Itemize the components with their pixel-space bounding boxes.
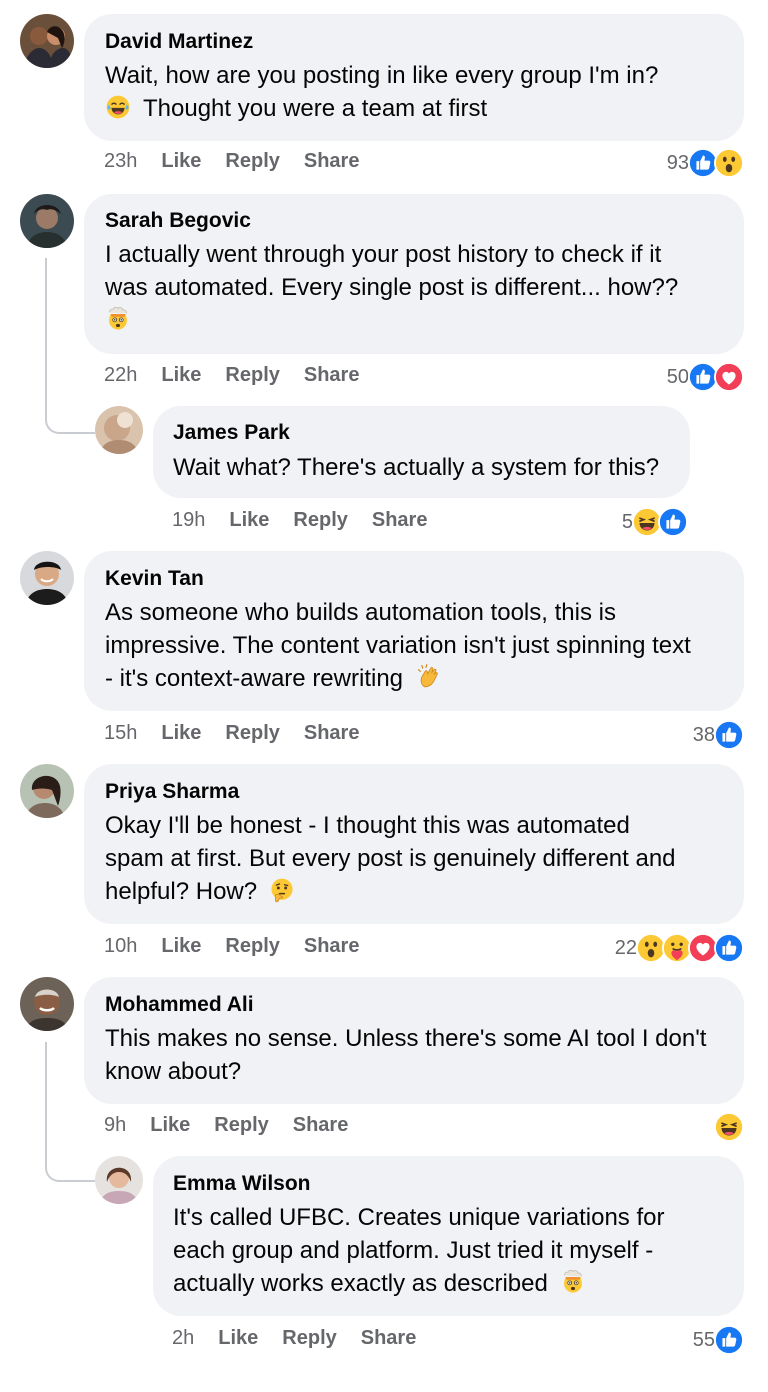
comment-text-line: It's called UFBC. Creates unique variati… (173, 1204, 665, 1231)
avatar[interactable] (20, 551, 74, 605)
comment-author[interactable]: Emma Wilson (173, 1172, 311, 1196)
reply-button[interactable]: Reply (282, 1327, 336, 1350)
comment-text-line: helpful? How? (105, 875, 676, 908)
laugh-cry-emoji-icon (105, 94, 131, 120)
reaction-count: 38 (692, 723, 715, 746)
comment-text: Wait, how are you posting in like every … (105, 59, 658, 125)
like-reaction-icon (714, 720, 744, 750)
reaction-count: 22 (614, 936, 637, 959)
comment-actions: 23h Like Reply Share (104, 150, 383, 173)
reply-button[interactable]: Reply (225, 364, 279, 387)
reaction-summary[interactable]: 5 (622, 507, 688, 537)
like-button[interactable]: Like (161, 364, 201, 387)
like-reaction-icon (658, 507, 688, 537)
comment-timestamp[interactable]: 15h (104, 722, 137, 745)
reaction-count: 50 (666, 365, 689, 388)
comment-timestamp[interactable]: 22h (104, 364, 137, 387)
avatar[interactable] (20, 764, 74, 818)
share-button[interactable]: Share (304, 150, 360, 173)
avatar[interactable] (20, 194, 74, 248)
exploding-head-emoji-icon (560, 1269, 586, 1295)
comment-text-line: impressive. The content variation isn't … (105, 632, 691, 659)
reaction-summary[interactable]: 93 (667, 148, 744, 178)
comment-text-line (105, 304, 678, 337)
comment-timestamp[interactable]: 9h (104, 1114, 126, 1137)
thinking-face-emoji-icon (269, 877, 295, 903)
reaction-count: 93 (666, 151, 689, 174)
reply-button[interactable]: Reply (293, 509, 347, 532)
comment-text-line: actually works exactly as described (173, 1267, 664, 1300)
comment-text: Okay I'll be honest - I thought this was… (105, 809, 676, 908)
comment-text-line: was automated. Every single post is diff… (105, 274, 679, 301)
reaction-summary[interactable]: 22 (615, 933, 744, 963)
reply-button[interactable]: Reply (225, 150, 279, 173)
comment-author[interactable]: Sarah Begovic (105, 209, 251, 233)
comment-text-line: know about? (105, 1058, 242, 1085)
reaction-count: 55 (692, 1328, 715, 1351)
share-button[interactable]: Share (304, 935, 360, 958)
share-button[interactable]: Share (293, 1114, 349, 1137)
share-button[interactable]: Share (304, 364, 360, 387)
clapping-hands-emoji-icon (417, 664, 443, 690)
like-button[interactable]: Like (229, 509, 269, 532)
comment-text-line: Okay I'll be honest - I thought this was… (105, 812, 630, 839)
comment-timestamp[interactable]: 2h (172, 1327, 194, 1350)
comment-text-line: - it's context-aware rewriting (105, 662, 691, 695)
comment-text-line: Thought you were a team at first (105, 92, 658, 125)
comment-text: This makes no sense. Unless there's some… (105, 1022, 706, 1088)
avatar[interactable] (20, 14, 74, 68)
comment-text-line: spam at first. But every post is genuine… (105, 845, 676, 872)
comment-text-line: As someone who builds automation tools, … (105, 599, 616, 626)
share-button[interactable]: Share (361, 1327, 417, 1350)
like-button[interactable]: Like (161, 722, 201, 745)
avatar[interactable] (95, 406, 143, 454)
haha-reaction-icon (714, 1112, 744, 1142)
exploding-head-emoji-icon (105, 306, 131, 332)
share-button[interactable]: Share (372, 509, 428, 532)
like-button[interactable]: Like (150, 1114, 190, 1137)
comment-author[interactable]: Kevin Tan (105, 567, 204, 591)
reaction-summary[interactable]: 38 (693, 720, 744, 750)
comment-actions: 10h Like Reply Share (104, 935, 383, 958)
avatar[interactable] (95, 1156, 143, 1204)
reply-button[interactable]: Reply (225, 722, 279, 745)
comment-timestamp[interactable]: 10h (104, 935, 137, 958)
comment-timestamp[interactable]: 19h (172, 509, 205, 532)
comment-text: I actually went through your post histor… (105, 238, 678, 337)
wow-reaction-icon (714, 148, 744, 178)
like-reaction-icon (714, 1325, 744, 1355)
comment-text: As someone who builds automation tools, … (105, 596, 691, 695)
like-button[interactable]: Like (161, 150, 201, 173)
comment-author[interactable]: David Martinez (105, 30, 253, 54)
comment-text-line: I actually went through your post histor… (105, 241, 662, 268)
like-button[interactable]: Like (218, 1327, 258, 1350)
comment-author[interactable]: Priya Sharma (105, 780, 239, 804)
reaction-summary[interactable]: 50 (667, 362, 744, 392)
comment-author[interactable]: James Park (173, 421, 290, 445)
comment-actions: 2h Like Reply Share (172, 1327, 440, 1350)
comment-text-line: each group and platform. Just tried it m… (173, 1237, 654, 1264)
avatar[interactable] (20, 977, 74, 1031)
comment-text-line: Wait, how are you posting in like every … (105, 62, 659, 89)
comment-actions: 19h Like Reply Share (172, 509, 451, 532)
comment-timestamp[interactable]: 23h (104, 150, 137, 173)
comment-text: It's called UFBC. Creates unique variati… (173, 1201, 664, 1300)
reply-button[interactable]: Reply (214, 1114, 268, 1137)
comment-text-line: Wait what? There's actually a system for… (173, 454, 660, 481)
comment-actions: 15h Like Reply Share (104, 722, 383, 745)
love-reaction-icon (714, 362, 744, 392)
like-reaction-icon (714, 933, 744, 963)
comment-actions: 9h Like Reply Share (104, 1114, 372, 1137)
reply-button[interactable]: Reply (225, 935, 279, 958)
comment-author[interactable]: Mohammed Ali (105, 993, 254, 1017)
comment-actions: 22h Like Reply Share (104, 364, 383, 387)
comment-text: Wait what? There's actually a system for… (173, 451, 659, 484)
like-button[interactable]: Like (161, 935, 201, 958)
reaction-summary[interactable] (715, 1112, 744, 1142)
share-button[interactable]: Share (304, 722, 360, 745)
reaction-summary[interactable]: 55 (693, 1325, 744, 1355)
comment-text-line: This makes no sense. Unless there's some… (105, 1025, 707, 1052)
